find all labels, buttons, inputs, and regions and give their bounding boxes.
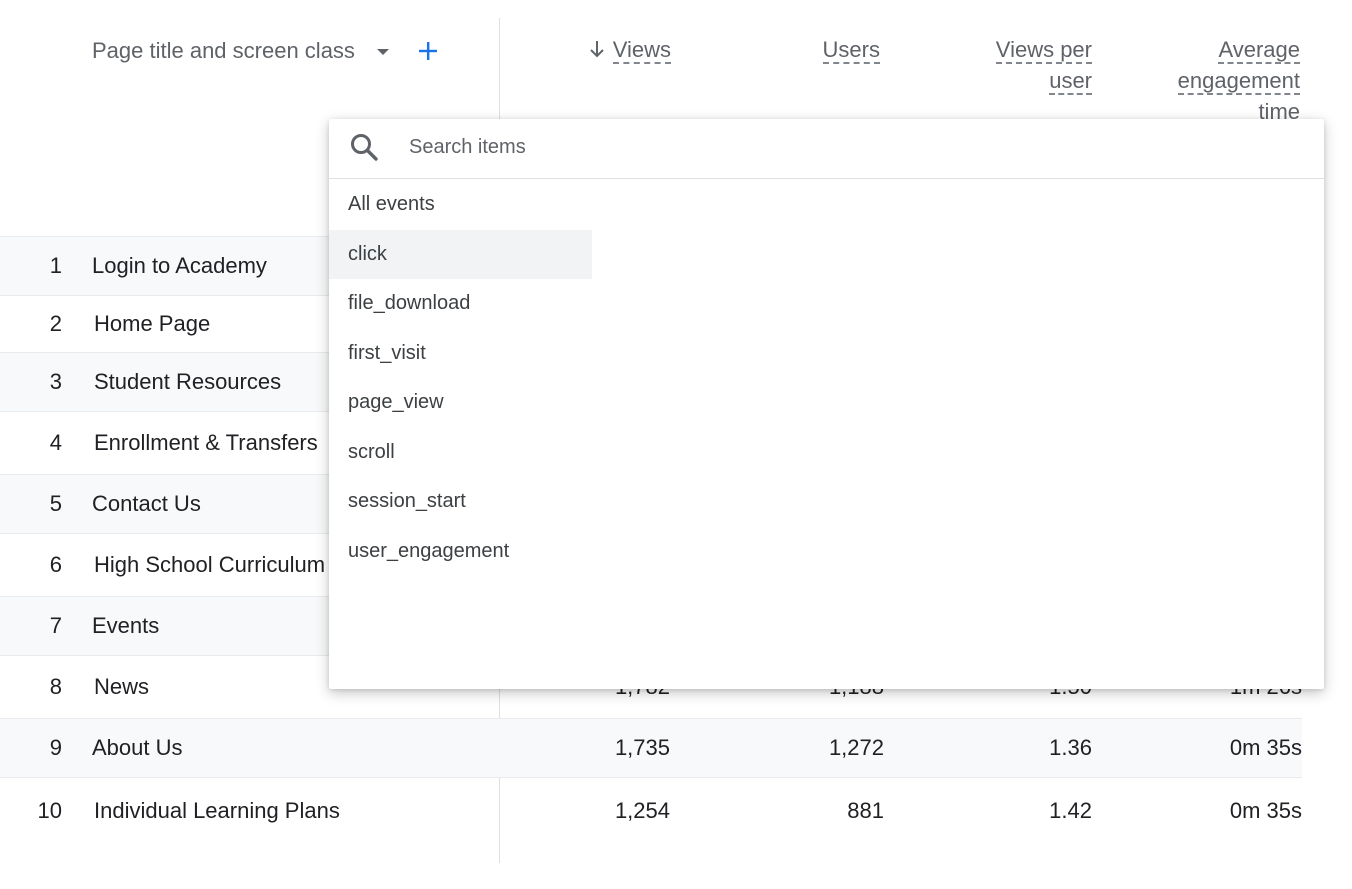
metric-label: Average <box>1218 37 1300 64</box>
row-title: Home Page <box>94 311 211 336</box>
plus-icon <box>418 42 437 60</box>
search-icon <box>351 134 378 161</box>
metric-label: Views <box>612 37 671 64</box>
dropdown-search-bar <box>329 119 1324 179</box>
metric-label: Users <box>822 37 880 64</box>
row-rank: 7 <box>49 613 62 638</box>
event-dropdown-menu: All events click file_download first_vis… <box>329 119 1324 689</box>
cell-views-per-user: 1.36 <box>1049 735 1092 760</box>
row-rank: 8 <box>49 674 62 699</box>
row-rank: 5 <box>49 491 62 516</box>
row-rank: 3 <box>49 369 62 394</box>
option-click[interactable]: click <box>329 229 592 279</box>
metric-header-users[interactable]: Users <box>822 34 880 65</box>
table-row[interactable]: 9 About Us 1,735 1,272 1.36 0m 35s <box>0 719 1302 777</box>
search-input[interactable] <box>409 129 1289 165</box>
metric-label: user <box>1049 68 1092 95</box>
row-title: Student Resources <box>94 369 282 394</box>
option-scroll[interactable]: scroll <box>329 428 592 478</box>
cell-avg-engagement: 0m 35s <box>1229 798 1302 823</box>
cell-users: 1,272 <box>828 735 884 760</box>
cell-views: 1,735 <box>614 735 670 760</box>
row-rank: 10 <box>37 798 62 823</box>
row-rank: 6 <box>49 552 62 577</box>
row-title: Individual Learning Plans <box>94 798 340 823</box>
metric-header-views-per-user[interactable]: Views per user <box>995 34 1092 96</box>
table-row[interactable]: 10 Individual Learning Plans 1,254 881 1… <box>0 778 1302 844</box>
option-all-events[interactable]: All events <box>329 180 592 230</box>
option-page-view[interactable]: page_view <box>329 378 592 428</box>
row-rank: 9 <box>49 735 62 760</box>
arrow-down-icon[interactable] <box>589 39 605 59</box>
row-rank: 4 <box>49 430 62 455</box>
caret-down-icon[interactable] <box>376 49 389 55</box>
cell-views: 1,254 <box>614 798 670 823</box>
row-title: Events <box>92 613 160 638</box>
row-title: High School Curriculum <box>94 552 326 577</box>
metric-header-views[interactable]: Views <box>589 34 671 65</box>
add-dimension-button[interactable] <box>413 36 443 66</box>
dimension-selector[interactable]: Page title and screen class <box>92 38 355 64</box>
metric-label: engagement <box>1177 68 1300 95</box>
option-first-visit[interactable]: first_visit <box>329 329 592 379</box>
row-title: Enrollment & Transfers <box>94 430 318 455</box>
row-title: About Us <box>92 735 183 760</box>
metric-label: Views per <box>995 37 1092 64</box>
option-file-download[interactable]: file_download <box>329 279 592 329</box>
dimension-header: Page title and screen class <box>92 34 443 68</box>
cell-avg-engagement: 0m 35s <box>1229 735 1302 760</box>
row-title: News <box>94 674 150 699</box>
report-table-page: Page title and screen class Views Users … <box>0 0 1352 889</box>
row-rank: 2 <box>49 311 62 336</box>
cell-users: 881 <box>847 798 884 823</box>
event-option-list: All events click file_download first_vis… <box>329 180 592 576</box>
row-title: Contact Us <box>92 491 201 516</box>
metric-header-avg-engagement[interactable]: Average engagement time <box>1177 34 1300 127</box>
option-user-engagement[interactable]: user_engagement <box>329 527 592 577</box>
cell-views-per-user: 1.42 <box>1049 798 1092 823</box>
row-title: Login to Academy <box>92 253 267 278</box>
option-session-start[interactable]: session_start <box>329 477 592 527</box>
row-rank: 1 <box>49 253 62 278</box>
